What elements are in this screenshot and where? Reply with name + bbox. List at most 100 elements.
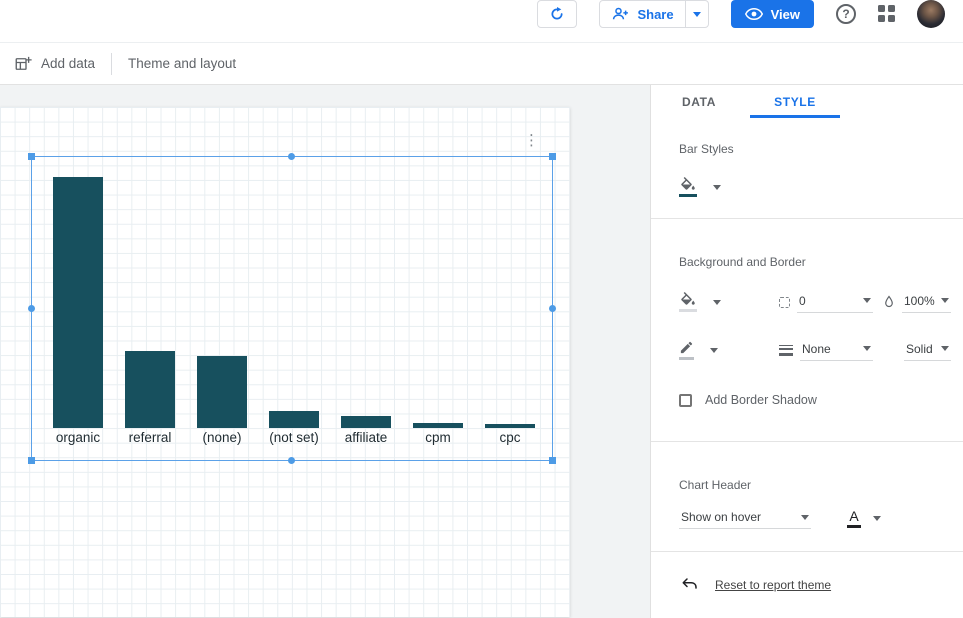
tab-style[interactable]: STYLE (747, 85, 843, 118)
top-header: Share View ? (0, 0, 963, 43)
dropdown-arrow-icon (801, 515, 809, 520)
opacity-select[interactable]: 100% (902, 292, 951, 313)
selection-handle[interactable] (549, 457, 556, 464)
border-weight-value: None (802, 342, 863, 356)
chart-selection-box[interactable]: organicreferral(none)(not set)affiliatec… (31, 156, 553, 461)
bar-label: cpc (485, 428, 535, 448)
dropdown-arrow-icon (941, 346, 949, 351)
section-title: Bar Styles (679, 142, 953, 156)
share-menu-arrow[interactable] (686, 1, 708, 27)
bar-column: affiliate (341, 416, 391, 448)
bar-organic[interactable] (53, 177, 103, 428)
panel-footer: Reset to report theme (651, 551, 963, 618)
avatar[interactable] (917, 0, 945, 28)
selection-handle[interactable] (28, 457, 35, 464)
checkbox-icon (679, 394, 692, 407)
opacity-value: 100% (904, 294, 941, 308)
app-window: Share View ? Add data Theme (0, 0, 963, 618)
border-shadow-label: Add Border Shadow (705, 393, 817, 407)
bar-referral[interactable] (125, 351, 175, 428)
bar-(not set)[interactable] (269, 411, 319, 428)
selection-handle[interactable] (549, 305, 556, 312)
dropdown-arrow-icon (863, 346, 871, 351)
corner-radius-select[interactable]: 0 (797, 292, 873, 313)
dropdown-arrow-icon (693, 12, 701, 17)
share-split-button: Share (599, 0, 708, 28)
report-page[interactable]: ⋮ organicreferral(none)(not set)affiliat… (0, 107, 570, 617)
bar-label: organic (53, 428, 103, 448)
selection-handle[interactable] (549, 153, 556, 160)
tab-data[interactable]: DATA (651, 85, 747, 118)
help-button[interactable]: ? (836, 4, 856, 24)
theme-layout-label: Theme and layout (128, 56, 236, 71)
section-chart-header: Chart Header Show on hover A (651, 442, 963, 529)
bar-(none)[interactable] (197, 356, 247, 428)
header-visibility-select[interactable]: Show on hover (679, 508, 811, 529)
add-data-button[interactable]: Add data (14, 55, 95, 73)
view-button[interactable]: View (731, 0, 814, 28)
refresh-button[interactable] (537, 0, 577, 28)
chart-header-controls: Show on hover A (679, 508, 953, 529)
section-title: Chart Header (679, 478, 953, 492)
selection-handle[interactable] (28, 305, 35, 312)
bar-column: cpm (413, 423, 463, 448)
section-background-border: Background and Border (651, 219, 963, 407)
selection-handle[interactable] (28, 153, 35, 160)
bar-affiliate[interactable] (341, 416, 391, 428)
background-color-indicator (679, 309, 697, 312)
chart-overflow-menu[interactable]: ⋮ (524, 133, 539, 149)
border-style-value: Solid (906, 342, 941, 356)
edit-toolbar: Add data Theme and layout (0, 43, 963, 85)
fill-color-indicator (679, 194, 697, 197)
bar-chart[interactable]: organicreferral(none)(not set)affiliatec… (53, 157, 531, 460)
apps-grid-dot (878, 15, 885, 22)
main-area: ⋮ organicreferral(none)(not set)affiliat… (0, 85, 963, 618)
corner-radius-control: 0 (779, 292, 883, 313)
border-style-select[interactable]: Solid (904, 340, 951, 361)
header-text-color-button[interactable]: A (847, 509, 881, 528)
text-color-letter: A (849, 509, 858, 523)
theme-and-layout-button[interactable]: Theme and layout (128, 56, 236, 71)
bar-fill-control (679, 168, 953, 206)
border-weight-control: None (779, 340, 883, 361)
share-button[interactable]: Share (600, 1, 684, 27)
toolbar-divider (111, 53, 112, 75)
dropdown-arrow-icon[interactable] (713, 185, 721, 190)
add-data-label: Add data (41, 56, 95, 71)
view-label: View (771, 7, 800, 22)
bar-label: affiliate (341, 428, 391, 448)
bar-fill-color-button[interactable] (679, 177, 697, 197)
fill-bucket-icon (679, 292, 697, 307)
dropdown-arrow-icon (873, 516, 881, 521)
background-color-button[interactable] (679, 292, 697, 312)
border-shadow-toggle[interactable]: Add Border Shadow (679, 393, 953, 407)
panel-tabs: DATA STYLE (651, 85, 963, 118)
add-data-icon (14, 55, 32, 73)
panel-spacer (651, 529, 963, 551)
report-canvas[interactable]: ⋮ organicreferral(none)(not set)affiliat… (0, 85, 650, 618)
apps-grid-dot (888, 15, 895, 22)
apps-grid-dot (888, 5, 895, 12)
undo-icon (681, 577, 699, 593)
dropdown-arrow-icon[interactable] (710, 348, 718, 353)
bar-column: (not set) (269, 411, 319, 448)
border-weight-icon (779, 345, 793, 356)
dropdown-arrow-icon[interactable] (713, 300, 721, 305)
person-add-icon (611, 5, 629, 23)
section-title: Background and Border (679, 255, 953, 269)
border-color-button[interactable] (679, 340, 694, 360)
reset-to-report-theme-link[interactable]: Reset to report theme (715, 578, 831, 592)
background-border-controls: 0 100% (679, 285, 953, 367)
border-style-icon (883, 348, 897, 353)
apps-grid-icon[interactable] (878, 5, 895, 22)
bar-column: referral (125, 351, 175, 448)
opacity-control: 100% (883, 292, 953, 313)
properties-panel: DATA STYLE Bar Styles (650, 85, 963, 618)
section-bar-styles: Bar Styles (651, 118, 963, 206)
border-weight-select[interactable]: None (800, 340, 873, 361)
help-icon: ? (842, 7, 849, 21)
bar-label: referral (125, 428, 175, 448)
bar-column: organic (53, 177, 103, 448)
eye-icon (745, 8, 763, 20)
background-fill-control (679, 285, 779, 319)
